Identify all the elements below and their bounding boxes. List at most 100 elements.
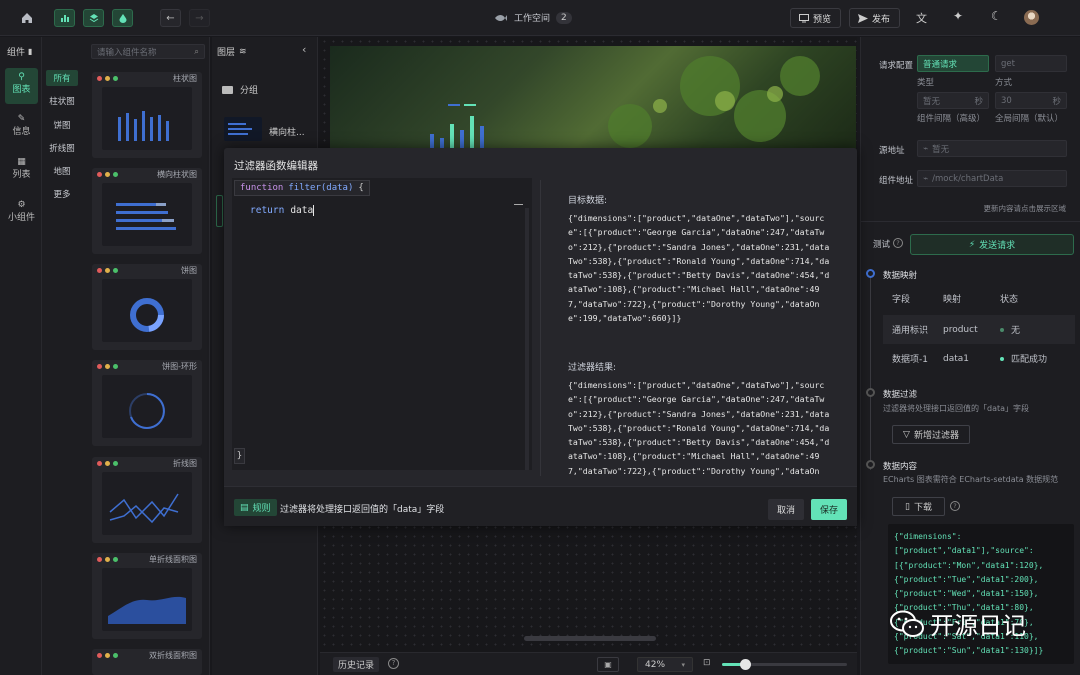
timeline-line (870, 270, 871, 470)
component-card[interactable]: 饼图-环形 (92, 360, 202, 446)
tab-pie[interactable]: 饼图 (46, 117, 78, 133)
avatar[interactable] (1024, 10, 1039, 25)
collapse-chevron-icon[interactable]: ‹ (302, 43, 306, 56)
tab-all[interactable]: 所有 (46, 70, 78, 86)
search-icon: ⌕ (194, 46, 199, 57)
info-icon: ✎ (17, 114, 26, 124)
layer-selected-indicator (216, 195, 223, 227)
file-icon: ▯ (905, 501, 910, 512)
timeline-dot (866, 388, 875, 397)
modal-footer: ▤ 规则 过滤器将处理接口返回值的「data」字段 取消 保存 (224, 486, 857, 526)
chart-icon: ⚲ (18, 72, 25, 82)
bar-chart-icon (60, 15, 69, 22)
bottom-bar: 历史记录 ? ▣ 42% ▾ ⊡ (320, 652, 857, 675)
code-editor[interactable]: function filter(data) { return data } (232, 178, 532, 470)
bar-chart-icon: ▮ (28, 47, 33, 56)
mapping-row: 数据项-1 data1 匹配成功 (892, 353, 1048, 366)
chart-toggle-button[interactable] (54, 9, 75, 27)
zoom-slider[interactable] (722, 659, 847, 670)
method-select[interactable]: get (995, 55, 1067, 72)
component-address-input[interactable]: ⌁ /mock/chartData (917, 170, 1067, 187)
send-request-button[interactable]: ⚡ 发送请求 (910, 234, 1074, 255)
wechat-icon (890, 610, 924, 637)
divider (861, 221, 1080, 222)
component-card[interactable]: 饼图 (92, 264, 202, 350)
nav-item-widget[interactable]: ⚙ 小组件 (2, 200, 41, 223)
layer-item-label[interactable]: 横向柱... (269, 125, 305, 138)
area-chart-thumbnail (102, 568, 192, 631)
help-icon[interactable]: ? (388, 658, 399, 669)
tab-line[interactable]: 折线图 (46, 140, 78, 156)
layout-icon[interactable]: ▣ (597, 657, 619, 672)
help-icon[interactable]: ? (893, 238, 903, 248)
download-button[interactable]: ▯ 下载 (892, 497, 945, 516)
monitor-icon (799, 13, 809, 22)
source-address-input[interactable]: ⌁ 暂无 (917, 140, 1067, 157)
add-filter-button[interactable]: ▽ 新增过滤器 (892, 425, 970, 444)
cancel-button[interactable]: 取消 (768, 499, 804, 520)
modal-title: 过滤器函数编辑器 (234, 160, 318, 172)
tab-bar[interactable]: 柱状图 (46, 93, 78, 109)
editor-scrollbar[interactable] (525, 208, 529, 470)
horizontal-scrollbar[interactable] (524, 636, 656, 641)
undo-button[interactable]: ← (160, 9, 181, 27)
send-icon (858, 13, 868, 23)
function-signature: function filter(data) { (234, 180, 370, 196)
zoom-slider-handle[interactable] (740, 659, 751, 670)
component-card[interactable]: 横向柱状图 (92, 168, 202, 254)
components-header: 组件 ▮ (7, 47, 33, 58)
lock-icon[interactable]: ⊡ (703, 658, 711, 668)
link-icon: ⌁ (923, 173, 929, 184)
request-type-select[interactable]: 普通请求 (917, 55, 989, 72)
watermark: 开源日记 (890, 606, 1026, 641)
drop-icon (119, 14, 126, 23)
save-button[interactable]: 保存 (811, 499, 847, 520)
layers-icon: ≋ (239, 46, 247, 57)
preview-button[interactable]: 预览 (790, 8, 841, 28)
help-icon[interactable]: ? (950, 501, 960, 511)
workspace-count-badge: 2 (556, 11, 572, 24)
canvas-chart-preview (430, 104, 484, 150)
table-icon: ▦ (17, 157, 26, 167)
top-bar: ← → 工作空间 2 预览 发布 文 ✦ ☾ (0, 0, 1080, 36)
layers-toggle-button[interactable] (83, 9, 104, 27)
widget-icon: ⚙ (17, 200, 26, 210)
history-button[interactable]: 历史记录 (333, 657, 380, 672)
component-card[interactable]: 双折线面积图 (92, 649, 202, 675)
translate-icon[interactable]: 文 (916, 10, 927, 26)
layer-group[interactable]: 分组 (222, 83, 258, 96)
tab-more[interactable]: 更多 (46, 186, 78, 202)
component-card[interactable]: 柱状图 (92, 72, 202, 158)
moon-icon[interactable]: ☾ (991, 9, 1002, 23)
code-line: return data (250, 205, 315, 216)
rule-badge: ▤ 规则 (234, 499, 277, 516)
link-icon: ⌁ (923, 143, 929, 154)
status-dot (1000, 356, 1004, 361)
home-icon[interactable] (20, 11, 34, 25)
arrow-left-icon: ← (166, 12, 175, 24)
redo-button[interactable]: → (189, 9, 210, 27)
interval-input[interactable]: 暂无 秒 (917, 92, 989, 109)
mapping-header-row: 字段 映射 状态 (892, 294, 1019, 305)
search-input[interactable]: 请输入组件名称 ⌕ (91, 44, 205, 59)
component-card[interactable]: 单折线面积图 (92, 553, 202, 639)
tab-map[interactable]: 地图 (46, 163, 78, 179)
nav-item-info[interactable]: ✎ 信息 (5, 114, 38, 137)
filter-icon: ▽ (903, 429, 910, 440)
details-toggle-button[interactable] (112, 9, 133, 27)
nav-item-chart[interactable]: ⚲ 图表 (5, 68, 38, 104)
nav-item-list[interactable]: ▦ 列表 (5, 157, 38, 180)
publish-button[interactable]: 发布 (849, 8, 900, 28)
target-data-code: {"dimensions":["product","dataOne","data… (568, 213, 830, 324)
fish-icon (495, 14, 507, 21)
component-card[interactable]: 折线图 (92, 457, 202, 543)
data-content-code: {"dimensions": ["product","data1"],"sour… (888, 524, 1074, 664)
layers-icon (89, 14, 98, 23)
global-interval-input[interactable]: 30 秒 (995, 92, 1067, 109)
arrow-right-icon: → (195, 12, 204, 24)
document-icon: ▤ (240, 502, 249, 513)
zoom-select[interactable]: 42% ▾ (637, 657, 693, 672)
layers-header: 图层 ≋ (217, 46, 247, 59)
pie-chart-thumbnail (102, 279, 192, 342)
magic-wand-icon[interactable]: ✦ (953, 9, 963, 23)
